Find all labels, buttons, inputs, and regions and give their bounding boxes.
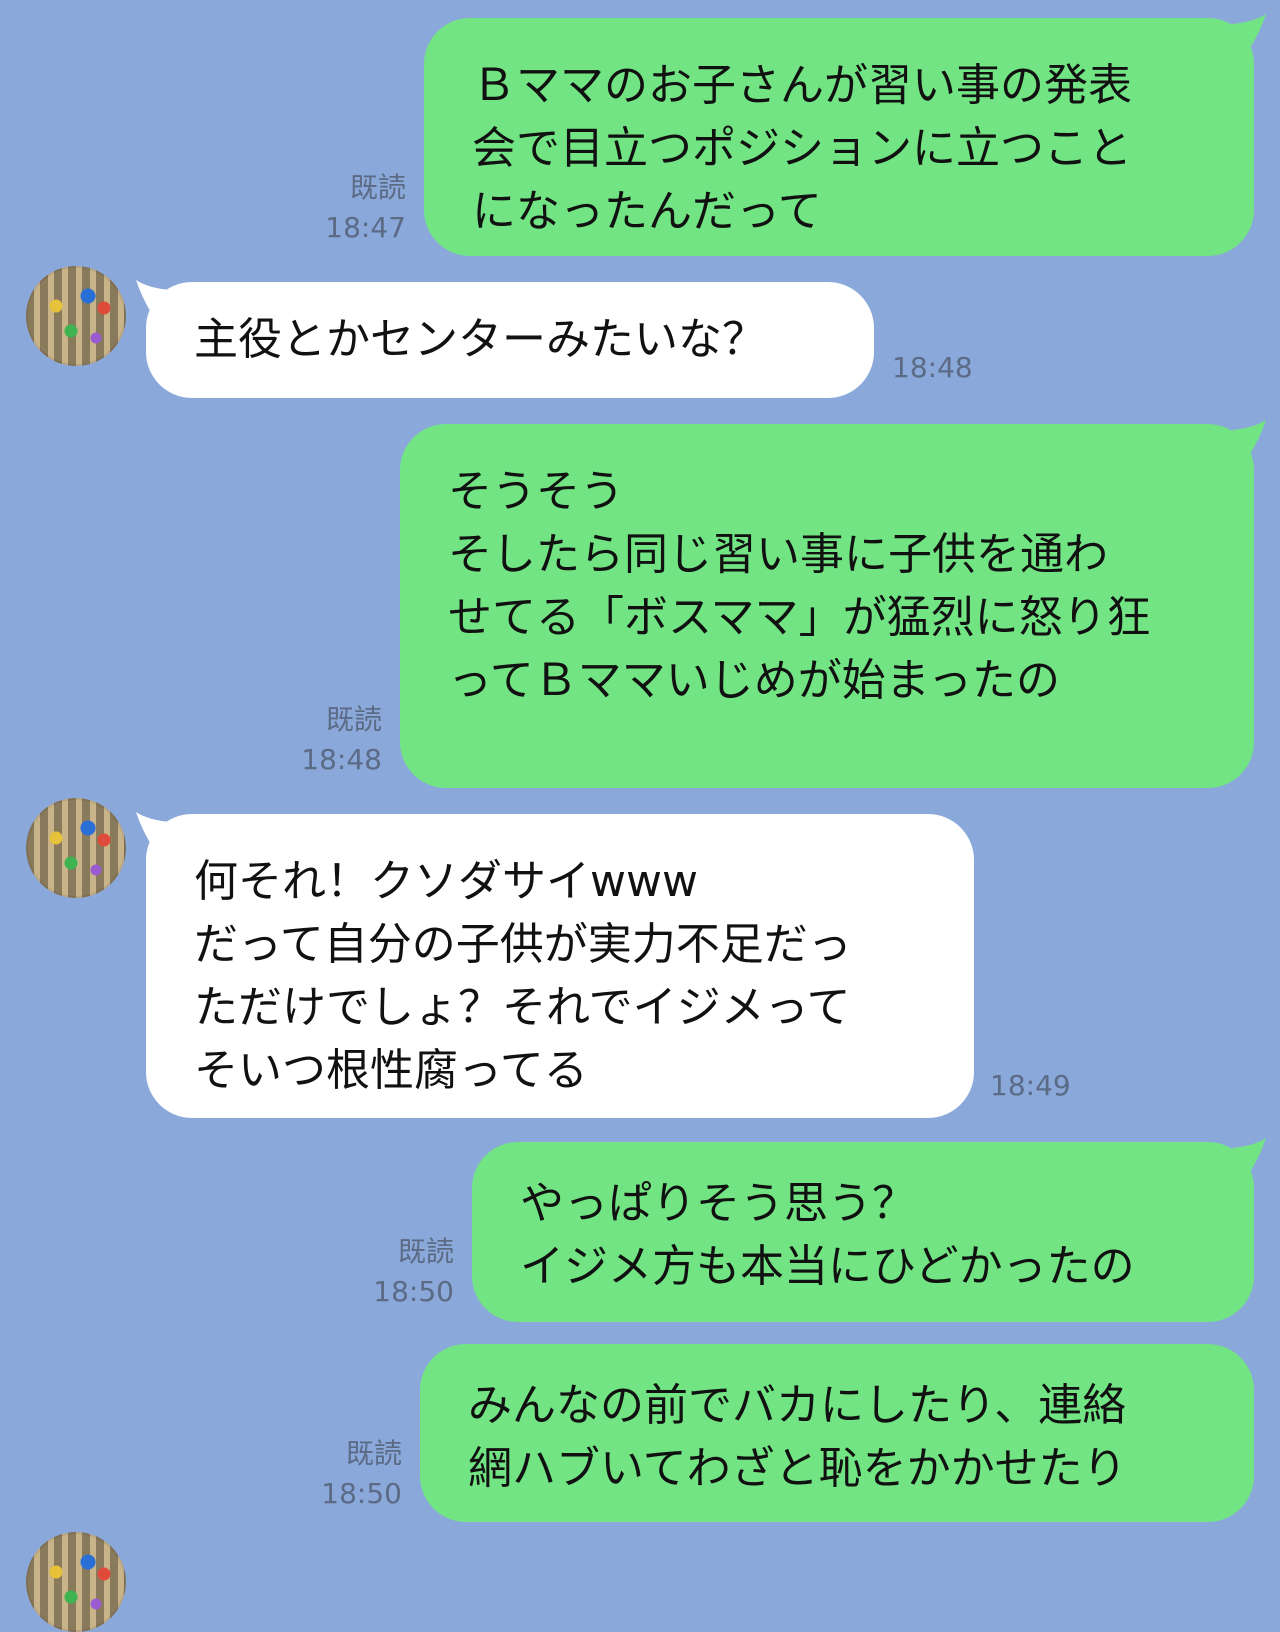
incoming-message-bubble[interactable]: 何それ！クソダサイwww だって自分の子供が実力不足だっ ただけでしょ？それでイ… <box>146 814 974 1118</box>
read-receipt: 既読 <box>349 171 406 204</box>
read-receipt: 既読 <box>345 1437 402 1470</box>
message-meta: 既読 18:50 <box>296 1434 402 1514</box>
chat-thread: 既読 18:47 Ｂママのお子さんが習い事の発表 会で目立つポジションに立つこと… <box>0 0 1280 1632</box>
message-meta: 既読 18:50 <box>348 1232 454 1312</box>
read-receipt: 既読 <box>325 703 382 736</box>
outgoing-message-bubble[interactable]: やっぱりそう思う？ イジメ方も本当にひどかったの <box>472 1142 1254 1322</box>
contact-avatar[interactable] <box>26 266 126 366</box>
contact-avatar[interactable] <box>26 798 126 898</box>
outgoing-message-bubble[interactable]: みんなの前でバカにしたり、連絡 網ハブいてわざと恥をかかせたり <box>420 1344 1254 1522</box>
message-meta: 既読 18:48 <box>276 700 382 780</box>
bubble-tail <box>1232 420 1266 454</box>
bubble-tail <box>1232 14 1266 48</box>
bubble-tail <box>1232 1138 1266 1172</box>
message-meta: 既読 18:47 <box>300 168 406 248</box>
contact-avatar[interactable] <box>26 1532 126 1632</box>
message-time: 18:48 <box>301 743 382 776</box>
message-time: 18:50 <box>373 1275 454 1308</box>
message-time: 18:49 <box>990 1069 1071 1102</box>
outgoing-message-bubble[interactable]: そうそう そしたら同じ習い事に子供を通わ せてる「ボスママ」が猛烈に怒り狂 って… <box>400 424 1254 788</box>
incoming-message-bubble[interactable]: 主役とかセンターみたいな？ <box>146 282 874 398</box>
message-time: 18:47 <box>325 211 406 244</box>
outgoing-message-bubble[interactable]: Ｂママのお子さんが習い事の発表 会で目立つポジションに立つこと になったんだって <box>424 18 1254 256</box>
message-time: 18:50 <box>321 1477 402 1510</box>
read-receipt: 既読 <box>397 1235 454 1268</box>
message-time: 18:48 <box>892 351 973 384</box>
